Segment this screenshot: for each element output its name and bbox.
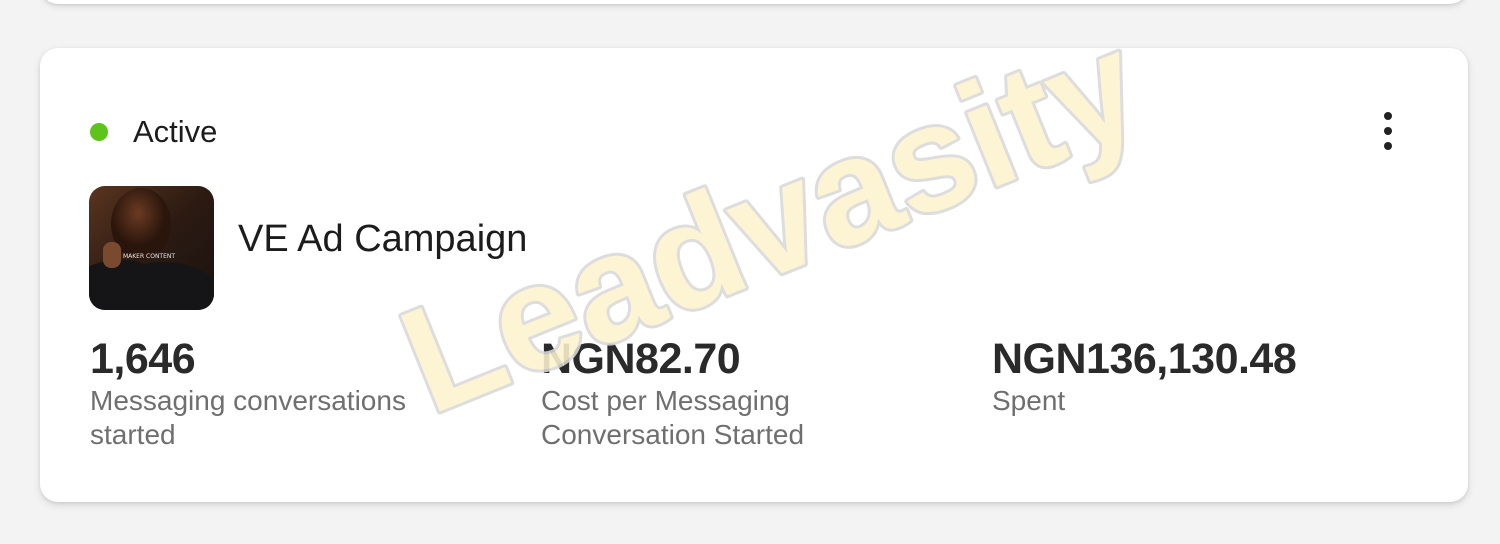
status-row: Active bbox=[90, 112, 217, 152]
metric-value: 1,646 bbox=[90, 335, 196, 383]
metric-conversations: 1,646 Messaging conversations started bbox=[90, 334, 450, 452]
metric-spent: NGN136,130.48 Spent bbox=[992, 334, 1352, 418]
more-dot bbox=[1384, 127, 1392, 135]
campaign-thumbnail: MAKER CONTENT bbox=[89, 186, 214, 310]
previous-card-bottom bbox=[40, 0, 1468, 4]
metric-value: NGN82.70 bbox=[541, 335, 741, 383]
more-dot bbox=[1384, 142, 1392, 150]
status-label: Active bbox=[133, 114, 218, 149]
metric-value: NGN136,130.48 bbox=[992, 335, 1297, 383]
metric-label: Cost per Messaging Conversation Started bbox=[541, 385, 805, 450]
more-options-button[interactable] bbox=[1368, 106, 1408, 156]
metric-cost-per-conversation: NGN82.70 Cost per Messaging Conversation… bbox=[541, 334, 901, 452]
metric-label: Messaging conversations started bbox=[90, 385, 406, 450]
status-dot-icon bbox=[90, 123, 108, 141]
more-vertical-icon bbox=[1384, 112, 1392, 120]
campaign-card[interactable]: Active MAKER CONTENT VE Ad Campaign 1,64… bbox=[40, 48, 1468, 502]
metric-label: Spent bbox=[992, 385, 1066, 416]
campaign-name[interactable]: VE Ad Campaign bbox=[238, 218, 527, 261]
thumbnail-image: MAKER CONTENT bbox=[89, 186, 214, 310]
thumbnail-caption: MAKER CONTENT bbox=[123, 253, 175, 260]
